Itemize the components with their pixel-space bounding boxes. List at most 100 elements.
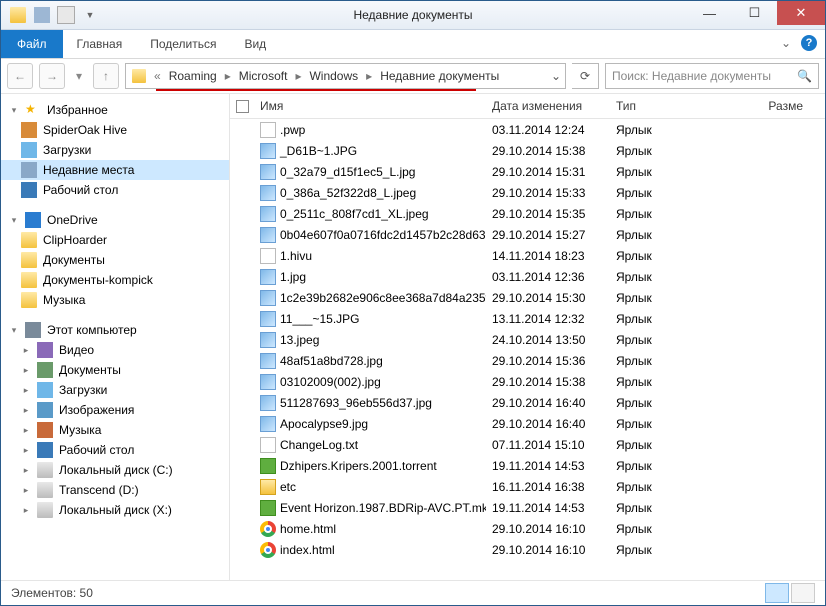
favorites-group[interactable]: ▾★Избранное [1,100,229,120]
sidebar-item[interactable]: ▸Локальный диск (C:) [1,460,229,480]
view-tab[interactable]: Вид [230,30,280,58]
file-row[interactable]: _D61B~1.JPG29.10.2014 15:38Ярлык [230,140,825,161]
close-button[interactable]: ✕ [777,1,825,25]
sidebar-item[interactable]: ▸Видео [1,340,229,360]
file-row[interactable]: etc16.11.2014 16:38Ярлык [230,476,825,497]
navbar: ← → ▾ ↑ « Roaming▸ Microsoft▸ Windows▸ Н… [1,59,825,94]
file-name: 13.jpeg [280,333,319,347]
file-row[interactable]: Dzhipers.Kripers.2001.torrent19.11.2014 … [230,455,825,476]
breadcrumb-seg[interactable]: Недавние документы [374,64,505,88]
sidebar-item[interactable]: ClipHoarder [1,230,229,250]
sidebar-item[interactable]: Документы-kompick [1,270,229,290]
sidebar-item[interactable]: ▸Рабочий стол [1,440,229,460]
file-icon [260,521,276,537]
sidebar-item[interactable]: SpiderOak Hive [1,120,229,140]
sidebar-item[interactable]: ▸Музыка [1,420,229,440]
file-row[interactable]: 0b04e607f0a0716fdc2d1457b2c28d63.j...29.… [230,224,825,245]
sidebar-item[interactable]: Загрузки [1,140,229,160]
refresh-button[interactable]: ⟳ [572,63,599,89]
select-all-checkbox[interactable] [236,100,249,113]
file-row[interactable]: 0_2511c_808f7cd1_XL.jpeg29.10.2014 15:35… [230,203,825,224]
file-name: 0_2511c_808f7cd1_XL.jpeg [280,207,429,221]
ribbon-expand-icon[interactable]: ⌄ [781,36,791,50]
back-button[interactable]: ← [7,63,33,89]
file-icon [260,395,276,411]
file-row[interactable]: home.html29.10.2014 16:10Ярлык [230,518,825,539]
file-row[interactable]: Event Horizon.1987.BDRip-AVC.PT.mk...19.… [230,497,825,518]
sidebar-item[interactable]: ▸Загрузки [1,380,229,400]
file-row[interactable]: ChangeLog.txt07.11.2014 15:10Ярлык [230,434,825,455]
file-row[interactable]: 1.jpg03.11.2014 12:36Ярлык [230,266,825,287]
file-row[interactable]: 48af51a8bd728.jpg29.10.2014 15:36Ярлык [230,350,825,371]
file-type: Ярлык [610,186,710,200]
file-name: _D61B~1.JPG [280,144,357,158]
ribbon: Файл Главная Поделиться Вид ⌄ ? [1,30,825,59]
file-type: Ярлык [610,501,710,515]
file-type: Ярлык [610,480,710,494]
file-icon [260,479,276,495]
qat-properties[interactable] [31,4,53,26]
file-row[interactable]: 511287693_96eb556d37.jpg29.10.2014 16:40… [230,392,825,413]
maximize-button[interactable]: ☐ [732,1,777,25]
breadcrumb-seg[interactable]: Windows [303,64,364,88]
explorer-window: ▼ Недавние документы — ☐ ✕ Файл Главная … [0,0,826,606]
help-button[interactable]: ? [801,35,817,51]
sidebar-item[interactable]: Рабочий стол [1,180,229,200]
col-date[interactable]: Дата изменения [486,99,610,113]
view-icons-button[interactable] [791,583,815,603]
file-name: 11___~15.JPG [280,312,360,326]
forward-button[interactable]: → [39,63,65,89]
status-count: 50 [80,586,93,600]
sidebar-item[interactable]: ▸Transcend (D:) [1,480,229,500]
file-row[interactable]: 11___~15.JPG13.11.2014 12:32Ярлык [230,308,825,329]
breadcrumb-seg[interactable]: Roaming [163,64,223,88]
sidebar-item[interactable]: Музыка [1,290,229,310]
file-name: 1.jpg [280,270,306,284]
breadcrumb-seg[interactable]: Microsoft [233,64,294,88]
col-size[interactable]: Разме [710,99,809,113]
sidebar-item[interactable]: ▸Документы [1,360,229,380]
history-dropdown[interactable]: ▾ [71,64,87,88]
address-dropdown-icon[interactable]: ⌄ [551,69,561,83]
file-row[interactable]: 03102009(002).jpg29.10.2014 15:38Ярлык [230,371,825,392]
home-tab[interactable]: Главная [63,30,137,58]
file-name: Apocalypse9.jpg [280,417,368,431]
file-date: 29.10.2014 15:36 [486,354,610,368]
file-date: 13.11.2014 12:32 [486,312,610,326]
minimize-button[interactable]: — [687,1,732,25]
sidebar-item-recent[interactable]: Недавние места [1,160,229,180]
file-row[interactable]: 0_386a_52f322d8_L.jpeg29.10.2014 15:33Яр… [230,182,825,203]
sidebar-item[interactable]: ▸Изображения [1,400,229,420]
col-name[interactable]: Имя [254,99,486,113]
file-type: Ярлык [610,291,710,305]
status-label: Элементов: [11,586,76,600]
file-row[interactable]: 0_32a79_d15f1ec5_L.jpg29.10.2014 15:31Яр… [230,161,825,182]
file-date: 29.10.2014 16:40 [486,396,610,410]
file-type: Ярлык [610,375,710,389]
file-row[interactable]: index.html29.10.2014 16:10Ярлык [230,539,825,560]
file-row[interactable]: 1.hivu14.11.2014 18:23Ярлык [230,245,825,266]
qat-newfolder[interactable] [55,4,77,26]
address-bar[interactable]: « Roaming▸ Microsoft▸ Windows▸ Недавние … [125,63,566,89]
file-row[interactable]: Apocalypse9.jpg29.10.2014 16:40Ярлык [230,413,825,434]
up-button[interactable]: ↑ [93,63,119,89]
search-box[interactable]: Поиск: Недавние документы 🔍 [605,63,819,89]
file-tab[interactable]: Файл [1,30,63,58]
sidebar-item[interactable]: Документы [1,250,229,270]
file-row[interactable]: 1c2e39b2682e906c8ee368a7d84a235f_f...29.… [230,287,825,308]
file-name: ChangeLog.txt [280,438,358,452]
qat-dropdown[interactable]: ▼ [79,4,101,26]
file-icon [260,332,276,348]
file-row[interactable]: 13.jpeg24.10.2014 13:50Ярлык [230,329,825,350]
column-headers[interactable]: Имя Дата изменения Тип Разме [230,94,825,119]
view-details-button[interactable] [765,583,789,603]
col-type[interactable]: Тип [610,99,710,113]
nav-pane[interactable]: ▾★Избранное SpiderOak Hive Загрузки Неда… [1,94,230,580]
file-row[interactable]: .pwp03.11.2014 12:24Ярлык [230,119,825,140]
share-tab[interactable]: Поделиться [136,30,230,58]
onedrive-group[interactable]: ▾OneDrive [1,210,229,230]
file-icon [260,143,276,159]
sidebar-item[interactable]: ▸Локальный диск (X:) [1,500,229,520]
thispc-group[interactable]: ▾Этот компьютер [1,320,229,340]
file-list[interactable]: .pwp03.11.2014 12:24Ярлык_D61B~1.JPG29.1… [230,119,825,580]
